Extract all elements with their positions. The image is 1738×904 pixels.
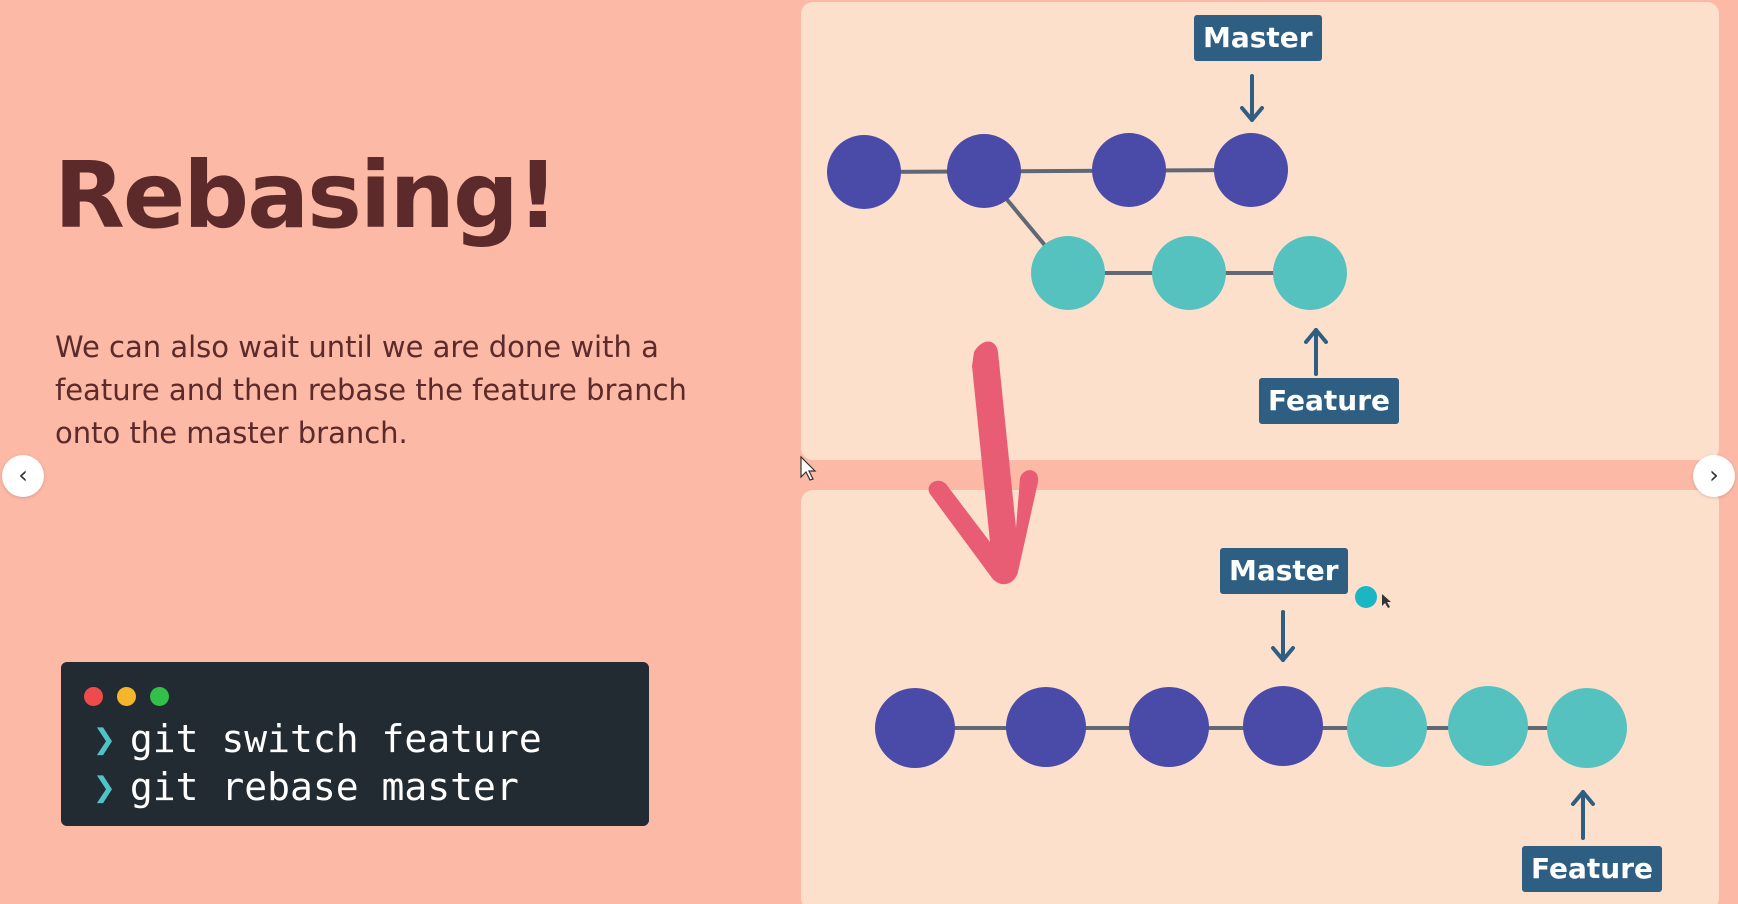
master-commit	[1243, 686, 1323, 766]
master-commit	[827, 135, 901, 209]
laser-pointer-dot	[1355, 586, 1377, 608]
master-commit	[947, 134, 1021, 208]
master-commit	[1092, 133, 1166, 207]
master-commit	[1214, 133, 1288, 207]
master-commit	[1006, 687, 1086, 767]
feature-commit	[1448, 686, 1528, 766]
prev-slide-button[interactable]: ‹	[2, 455, 44, 497]
master-commit	[875, 688, 955, 768]
feature-commit	[1152, 236, 1226, 310]
rebase-diagram	[800, 2, 1719, 904]
feature-label: Feature	[1259, 378, 1399, 424]
feature-commit	[1547, 688, 1627, 768]
feature-commit	[1347, 687, 1427, 767]
feature-commit	[1031, 236, 1105, 310]
master-commit	[1129, 687, 1209, 767]
next-slide-button[interactable]: ›	[1693, 455, 1735, 497]
feature-label: Feature	[1522, 846, 1662, 892]
feature-commit	[1273, 236, 1347, 310]
master-label: Master	[1220, 548, 1348, 594]
master-label: Master	[1194, 15, 1322, 61]
mouse-cursor-icon	[800, 455, 817, 481]
